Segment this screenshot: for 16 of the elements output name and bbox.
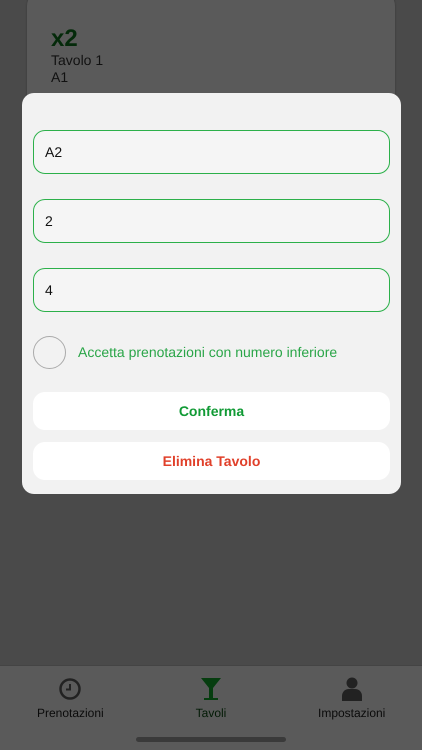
person-icon — [342, 677, 362, 701]
input-field[interactable]: 2 — [33, 199, 390, 243]
input-field[interactable]: A2 — [33, 130, 390, 174]
delete-button[interactable]: Elimina Tavolo — [33, 442, 390, 480]
input-field[interactable]: 4 — [33, 268, 390, 312]
table-code: A1 — [51, 69, 68, 85]
tab[interactable]: Impostazioni — [281, 672, 422, 750]
guest-count: x2 — [51, 26, 78, 52]
confirm-button[interactable]: Conferma — [33, 392, 390, 430]
cocktail-glass-icon — [199, 677, 223, 701]
tab[interactable]: Prenotazioni — [0, 672, 141, 750]
clock-icon — [58, 677, 82, 701]
checkbox[interactable] — [33, 336, 66, 369]
table-name: Tavolo 1 — [51, 52, 104, 69]
tab[interactable]: Tavoli — [140, 672, 282, 750]
checkbox-label: Accetta prenotazioni con numero inferiore — [78, 343, 338, 362]
